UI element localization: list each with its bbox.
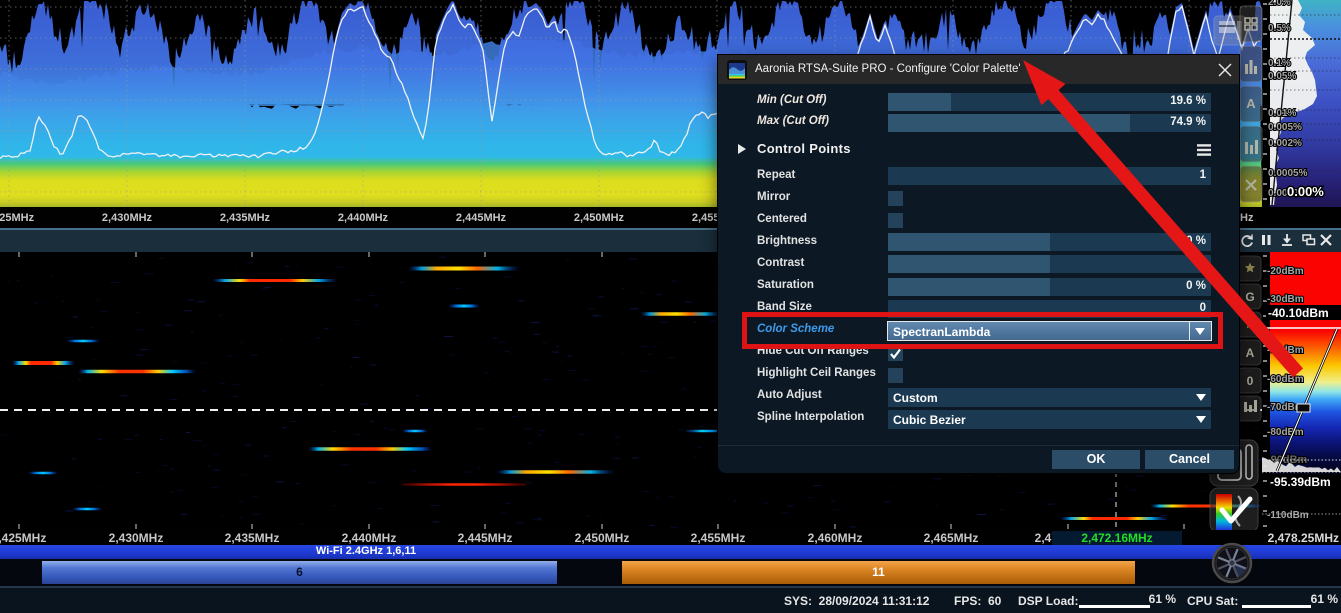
svg-text:0.00%: 0.00% [1287,184,1324,199]
svg-text:2,450MHz: 2,450MHz [574,212,625,224]
svg-text:-50dBm: -50dBm [1267,345,1304,356]
svg-text:-40.10dBm: -40.10dBm [1268,306,1329,320]
svg-text:G: G [1245,290,1254,304]
svg-text:A: A [1246,346,1255,360]
svg-text:2.0%: 2.0% [1268,0,1291,8]
svg-text:-80dBm: -80dBm [1267,427,1304,438]
svg-text:A: A [1246,96,1256,111]
svg-text:-30dBm: -30dBm [1267,294,1304,305]
svg-text:0.5%: 0.5% [1268,23,1291,34]
svg-text:2,425MHz: 2,425MHz [0,212,35,224]
svg-text:-20dBm: -20dBm [1267,266,1304,277]
svg-text:Hz: Hz [1240,212,1254,224]
svg-text:0.1%: 0.1% [1268,58,1291,69]
svg-text:0.002%: 0.002% [1268,138,1302,149]
svg-text:2,435MHz: 2,435MHz [220,212,271,224]
svg-text:2,440MHz: 2,440MHz [338,212,389,224]
svg-text:2,430MHz: 2,430MHz [102,212,153,224]
svg-text:0.05%: 0.05% [1268,71,1296,82]
svg-text:-60dBm: -60dBm [1267,374,1304,385]
svg-text:0.005%: 0.005% [1268,122,1302,133]
svg-text:0.01%: 0.01% [1268,108,1296,119]
svg-text:0.0005%: 0.0005% [1268,168,1308,179]
svg-text:2,445MHz: 2,445MHz [456,212,507,224]
svg-text:-95.39dBm: -95.39dBm [1270,475,1331,489]
svg-text:-110dBm: -110dBm [1267,510,1309,521]
svg-text:0: 0 [1247,374,1254,388]
